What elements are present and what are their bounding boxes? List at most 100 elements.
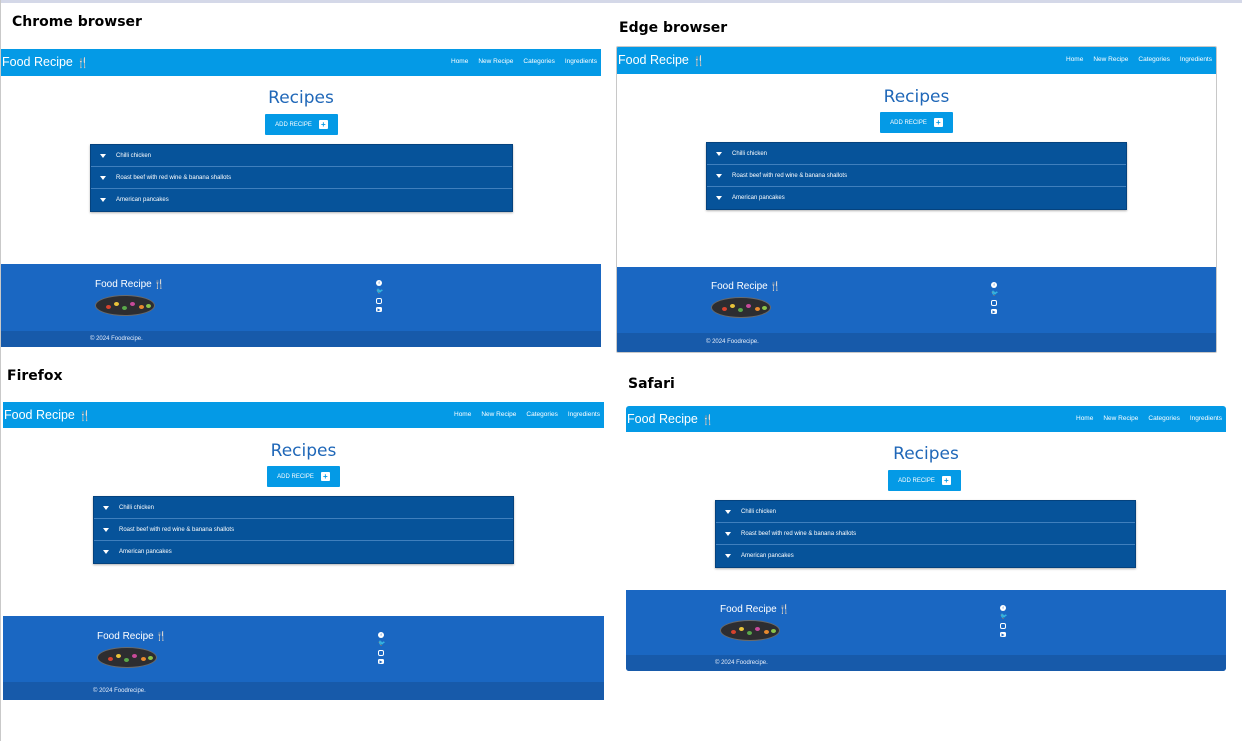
twitter-icon[interactable]: 🐦 xyxy=(1000,614,1007,620)
facebook-icon[interactable]: f xyxy=(1000,605,1006,611)
twitter-icon[interactable]: 🐦 xyxy=(378,641,385,647)
footer-brand-text: Food Recipe xyxy=(711,281,768,292)
instagram-icon[interactable] xyxy=(376,298,382,304)
copyright-text: © 2024 Foodrecipe. xyxy=(715,660,768,666)
youtube-icon[interactable]: ▶ xyxy=(991,309,997,314)
nav-home[interactable]: Home xyxy=(1076,415,1093,422)
recipe-item[interactable]: Roast beef with red wine & banana shallo… xyxy=(716,523,1135,545)
add-recipe-button[interactable]: ADD RECIPE + xyxy=(267,466,340,487)
twitter-icon[interactable]: 🐦 xyxy=(376,289,383,295)
nav-links: Home New Recipe Categories Ingredients xyxy=(1066,56,1212,63)
nav-categories[interactable]: Categories xyxy=(526,411,557,418)
recipe-title: Chilli chicken xyxy=(732,150,768,157)
navbar: Food Recipe 🍴 Home New Recipe Categories … xyxy=(1,49,601,76)
add-recipe-label: ADD RECIPE xyxy=(898,477,935,484)
caption-chrome: Chrome browser xyxy=(12,14,142,30)
social-links: f 🐦 ▶ xyxy=(999,605,1007,637)
recipe-title: American pancakes xyxy=(119,549,172,555)
social-links: f 🐦 ▶ xyxy=(990,282,998,314)
recipe-accordion: Chilli chicken Roast beef with red wine … xyxy=(706,142,1127,210)
nav-home[interactable]: Home xyxy=(454,411,471,418)
food-logo-image xyxy=(720,620,780,641)
recipe-title: Chilli chicken xyxy=(116,152,152,159)
recipe-item[interactable]: American pancakes xyxy=(91,189,512,211)
recipe-item[interactable]: Roast beef with red wine & banana shallo… xyxy=(91,167,512,189)
facebook-icon[interactable]: f xyxy=(991,282,997,288)
fork-knife-icon: 🍴 xyxy=(769,281,781,291)
youtube-icon[interactable]: ▶ xyxy=(378,659,384,664)
brand-text: Food Recipe xyxy=(2,55,73,69)
recipe-item[interactable]: Chilli chicken xyxy=(716,501,1135,523)
add-recipe-button[interactable]: ADD RECIPE + xyxy=(888,470,961,491)
instagram-icon[interactable] xyxy=(991,300,997,306)
footer-brand: Food Recipe 🍴 xyxy=(720,604,790,615)
nav-categories[interactable]: Categories xyxy=(1138,56,1169,63)
nav-ingredients[interactable]: Ingredients xyxy=(1180,56,1212,63)
nav-new-recipe[interactable]: New Recipe xyxy=(1093,56,1128,63)
recipe-item[interactable]: Roast beef with red wine & banana shallo… xyxy=(94,519,513,541)
footer-brand-text: Food Recipe xyxy=(97,631,154,642)
footer: Food Recipe 🍴 f 🐦 ▶ © 2024 Foodrecipe. xyxy=(617,267,1216,352)
copyright-text: © 2024 Foodrecipe. xyxy=(90,336,143,342)
nav-new-recipe[interactable]: New Recipe xyxy=(481,411,516,418)
nav-categories[interactable]: Categories xyxy=(523,58,554,65)
fork-knife-icon: 🍴 xyxy=(78,411,92,422)
recipe-item[interactable]: Chilli chicken xyxy=(91,145,512,167)
plus-square-icon: + xyxy=(320,472,330,481)
plus-square-icon: + xyxy=(941,476,951,485)
nav-new-recipe[interactable]: New Recipe xyxy=(478,58,513,65)
nav-home[interactable]: Home xyxy=(1066,56,1083,63)
recipe-item[interactable]: Chilli chicken xyxy=(94,497,513,519)
safari-screenshot: Food Recipe 🍴 Home New Recipe Categories … xyxy=(626,406,1226,671)
youtube-icon[interactable]: ▶ xyxy=(1000,632,1006,637)
navbar: Food Recipe 🍴 Home New Recipe Categories … xyxy=(626,406,1226,432)
brand-link[interactable]: Food Recipe 🍴 xyxy=(4,408,91,422)
add-recipe-button[interactable]: ADD RECIPE + xyxy=(880,112,953,133)
footer-brand: Food Recipe 🍴 xyxy=(95,279,165,290)
brand-link[interactable]: Food Recipe 🍴 xyxy=(2,55,89,69)
instagram-icon[interactable] xyxy=(378,650,384,656)
plus-square-icon: + xyxy=(933,118,943,127)
nav-ingredients[interactable]: Ingredients xyxy=(568,411,600,418)
recipe-item[interactable]: American pancakes xyxy=(716,545,1135,567)
recipe-item[interactable]: Chilli chicken xyxy=(707,143,1126,165)
fork-knife-icon: 🍴 xyxy=(692,56,706,67)
brand-text: Food Recipe xyxy=(4,408,75,422)
brand-text: Food Recipe xyxy=(627,412,698,426)
copyright-bar: © 2024 Foodrecipe. xyxy=(626,655,1226,671)
brand-link[interactable]: Food Recipe 🍴 xyxy=(627,412,714,426)
footer-brand-text: Food Recipe xyxy=(720,604,777,615)
nav-home[interactable]: Home xyxy=(451,58,468,65)
fork-knife-icon: 🍴 xyxy=(778,604,790,614)
nav-ingredients[interactable]: Ingredients xyxy=(565,58,597,65)
caption-safari: Safari xyxy=(628,376,675,392)
footer: Food Recipe 🍴 f 🐦 ▶ © 2024 Foodrecipe. xyxy=(626,590,1226,671)
food-logo-image xyxy=(97,647,157,668)
youtube-icon[interactable]: ▶ xyxy=(376,307,382,312)
fork-knife-icon: 🍴 xyxy=(153,279,165,289)
nav-ingredients[interactable]: Ingredients xyxy=(1190,415,1222,422)
recipe-item[interactable]: Roast beef with red wine & banana shallo… xyxy=(707,165,1126,187)
recipe-item[interactable]: American pancakes xyxy=(94,541,513,563)
copyright-text: © 2024 Foodrecipe. xyxy=(93,688,146,694)
recipe-item[interactable]: American pancakes xyxy=(707,187,1126,209)
copyright-text: © 2024 Foodrecipe. xyxy=(706,339,759,345)
nav-categories[interactable]: Categories xyxy=(1148,415,1179,422)
recipe-title: Chilli chicken xyxy=(741,508,777,515)
facebook-icon[interactable]: f xyxy=(376,280,382,286)
navbar: Food Recipe 🍴 Home New Recipe Categories … xyxy=(3,402,604,428)
add-recipe-button[interactable]: ADD RECIPE + xyxy=(265,114,338,135)
brand-link[interactable]: Food Recipe 🍴 xyxy=(618,53,705,67)
nav-new-recipe[interactable]: New Recipe xyxy=(1103,415,1138,422)
recipe-title: Roast beef with red wine & banana shallo… xyxy=(116,174,232,181)
caret-down-icon xyxy=(716,196,722,200)
twitter-icon[interactable]: 🐦 xyxy=(991,291,998,297)
add-recipe-label: ADD RECIPE xyxy=(277,473,314,480)
footer: Food Recipe 🍴 f 🐦 ▶ © 2024 Foodrecipe. xyxy=(1,264,601,347)
instagram-icon[interactable] xyxy=(1000,623,1006,629)
page-title: Recipes xyxy=(893,444,959,464)
caret-down-icon xyxy=(716,173,722,178)
chrome-screenshot: Food Recipe 🍴 Home New Recipe Categories … xyxy=(1,49,601,347)
facebook-icon[interactable]: f xyxy=(378,632,384,638)
copyright-bar: © 2024 Foodrecipe. xyxy=(3,682,604,700)
